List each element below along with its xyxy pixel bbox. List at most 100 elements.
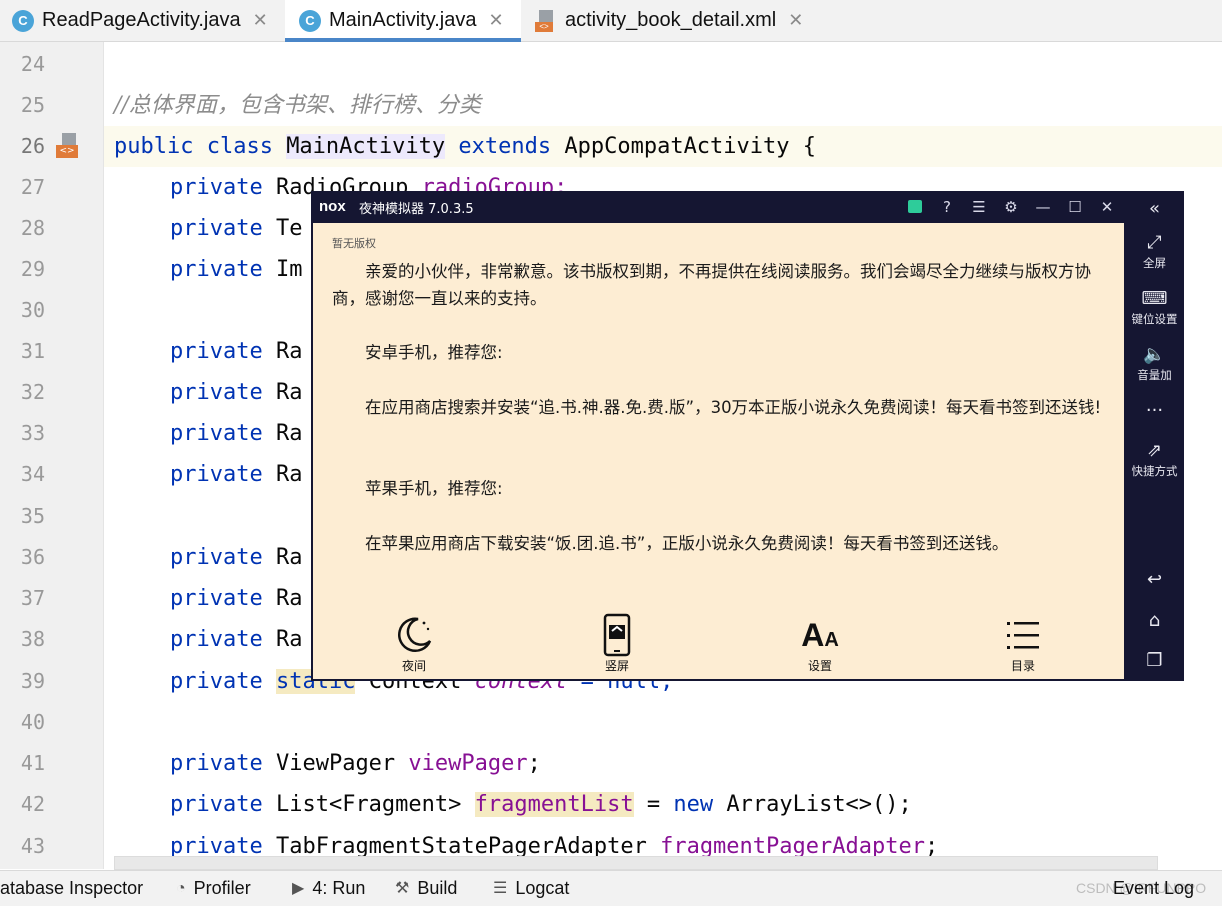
layout-link-icon[interactable]: <>: [56, 133, 80, 159]
line-number: 39: [20, 669, 45, 693]
volume-up-button[interactable]: 🔈 音量加: [1125, 343, 1184, 383]
c-class-icon: C: [12, 9, 34, 32]
shortcut-button[interactable]: ⇗ 快捷方式: [1125, 439, 1184, 479]
play-icon: ▶: [292, 880, 305, 897]
line-number: 42: [20, 792, 45, 816]
code-line[interactable]: private Ra: [114, 454, 302, 495]
nox-logo: nox: [319, 198, 346, 215]
line-number: 43: [20, 834, 45, 858]
xml-layout-icon: <>: [535, 9, 557, 32]
hammer-icon: ⚒: [395, 880, 410, 897]
notice-paragraph: 在应用商店搜索并安装“追.书.神.器.免.费.版”，30万本正版小说永久免费阅读…: [332, 398, 1102, 417]
shortcut-icon: ⇗: [1146, 440, 1163, 461]
line-number: 24: [20, 52, 45, 76]
logcat-button[interactable]: ☰ Logcat: [493, 871, 569, 906]
settings-gear-icon[interactable]: ⚙: [1000, 196, 1022, 218]
code-line[interactable]: private Te: [114, 208, 302, 249]
build-button[interactable]: ⚒ Build: [395, 871, 457, 906]
menu-label: 目录: [1010, 659, 1035, 673]
android-recents-button[interactable]: ❐: [1125, 649, 1184, 673]
code-comment-line[interactable]: //总体界面，包含书架、排行榜、分类: [114, 85, 481, 126]
line-number: 29: [20, 257, 45, 281]
fullscreen-button[interactable]: ⤢ 全屏: [1125, 231, 1184, 271]
side-label: 全屏: [1143, 256, 1166, 270]
line-number: 37: [20, 586, 45, 610]
reader-screen[interactable]: 暂无版权 亲爱的小伙伴，非常歉意。该书版权到期，不再提供在线阅读服务。我们会竭尽…: [313, 223, 1124, 679]
tab-activity-book-detail[interactable]: <> activity_book_detail.xml ✕: [523, 0, 823, 41]
night-mode-button[interactable]: 夜间: [374, 613, 454, 674]
menu-label: 夜间: [401, 659, 426, 673]
tab-label: activity_book_detail.xml: [565, 9, 777, 31]
tab-label: ReadPageActivity.java: [42, 9, 241, 31]
line-number: 28: [20, 216, 45, 240]
editor-tab-bar: C ReadPageActivity.java ✕ C MainActivity…: [0, 0, 1222, 42]
gauge-icon: ◔: [176, 880, 186, 897]
tab-label: MainActivity.java: [329, 9, 477, 31]
line-number: 32: [20, 380, 45, 404]
code-line[interactable]: private Ra: [114, 372, 302, 413]
line-number: 40: [20, 710, 45, 734]
android-home-button[interactable]: ⌂: [1125, 609, 1184, 633]
minimize-icon[interactable]: —: [1032, 196, 1054, 218]
line-number-gutter: 24 25 26 <> 27 28 29 30 31 32 33 34 35 3…: [0, 42, 104, 869]
back-icon: ↩: [1146, 569, 1163, 590]
help-icon[interactable]: ?: [936, 196, 958, 218]
fullscreen-icon: ⤢: [1147, 232, 1162, 253]
notice-paragraph: 亲爱的小伙伴，非常歉意。该书版权到期，不再提供在线阅读服务。我们会竭尽全力继续与…: [332, 262, 1091, 308]
code-line[interactable]: private Im: [114, 249, 302, 290]
code-line[interactable]: private List<Fragment> fragmentList = ne…: [114, 784, 912, 825]
more-button[interactable]: ···: [1125, 399, 1184, 423]
notice-paragraph: 安卓手机，推荐您:: [332, 343, 503, 362]
close-icon[interactable]: ✕: [1096, 196, 1118, 218]
line-number: 26: [20, 134, 45, 158]
recent-apps-icon: ❐: [1146, 650, 1163, 671]
side-label: 音量加: [1137, 368, 1172, 382]
keymap-button[interactable]: ⌨ 键位设置: [1125, 287, 1184, 327]
side-label: 键位设置: [1131, 312, 1178, 326]
code-line-class-declaration[interactable]: public class MainActivity extends AppCom…: [104, 126, 1222, 167]
notice-paragraph: 在苹果应用商店下载安装“饭.团.追.书”，正版小说永久免费阅读！每天看书签到还送…: [332, 534, 1009, 553]
reader-bottom-menu: 夜间 竖屏 AA 设置 目录: [313, 613, 1124, 679]
catalog-button[interactable]: 目录: [983, 613, 1063, 674]
c-class-icon: C: [299, 9, 321, 32]
code-line[interactable]: private Ra: [114, 537, 302, 578]
line-number: 38: [20, 627, 45, 651]
font-size-icon: AA: [801, 616, 839, 653]
settings-button[interactable]: AA 设置: [780, 613, 860, 674]
moon-icon: [374, 613, 454, 657]
code-line[interactable]: private Ra: [114, 619, 302, 660]
database-inspector-button[interactable]: atabase Inspector: [0, 871, 143, 906]
code-line[interactable]: private ViewPager viewPager;: [114, 743, 541, 784]
maximize-icon[interactable]: ☐: [1064, 196, 1086, 218]
tab-readpageactivity[interactable]: C ReadPageActivity.java ✕: [0, 0, 283, 41]
profiler-button[interactable]: ◔ Profiler: [176, 871, 251, 906]
emulator-side-toolbar: « ⤢ 全屏 ⌨ 键位设置 🔈 音量加 ··· ⇗ 快捷方式 ↩ ⌂ ❐: [1125, 191, 1184, 681]
tab-mainactivity[interactable]: C MainActivity.java ✕: [285, 0, 521, 42]
line-number: 31: [20, 339, 45, 363]
code-line[interactable]: private Ra: [114, 413, 302, 454]
line-number: 41: [20, 751, 45, 775]
emulator-title-bar[interactable]: nox 夜神模拟器 7.0.3.5 ? ☰ ⚙ — ☐ ✕: [311, 191, 1125, 223]
run-button[interactable]: ▶ 4: Run: [292, 871, 365, 906]
line-number: 30: [20, 298, 45, 322]
portrait-phone-icon: [577, 613, 657, 657]
portrait-button[interactable]: 竖屏: [577, 613, 657, 674]
emulator-title: 夜神模拟器 7.0.3.5: [359, 202, 474, 217]
menu-label: 设置: [807, 659, 832, 673]
code-line[interactable]: private Ra: [114, 331, 302, 372]
close-icon[interactable]: ✕: [788, 10, 803, 31]
event-log-button[interactable]: Event Log: [1113, 871, 1194, 906]
nox-emulator-window[interactable]: nox 夜神模拟器 7.0.3.5 ? ☰ ⚙ — ☐ ✕ 暂无版权 亲爱的小伙…: [311, 191, 1184, 681]
android-back-button[interactable]: ↩: [1125, 568, 1184, 592]
copyright-status-label: 暂无版权: [332, 237, 376, 250]
line-number: 35: [20, 504, 45, 528]
close-icon[interactable]: ✕: [253, 10, 268, 31]
code-line[interactable]: private Ra: [114, 578, 302, 619]
horizontal-scrollbar[interactable]: [114, 856, 1158, 870]
line-number: 33: [20, 421, 45, 445]
list-icon: [983, 613, 1063, 657]
menu-icon[interactable]: ☰: [968, 196, 990, 218]
store-icon[interactable]: [904, 196, 926, 218]
close-icon[interactable]: ✕: [488, 10, 503, 31]
collapse-toolbar-button[interactable]: «: [1125, 197, 1184, 221]
